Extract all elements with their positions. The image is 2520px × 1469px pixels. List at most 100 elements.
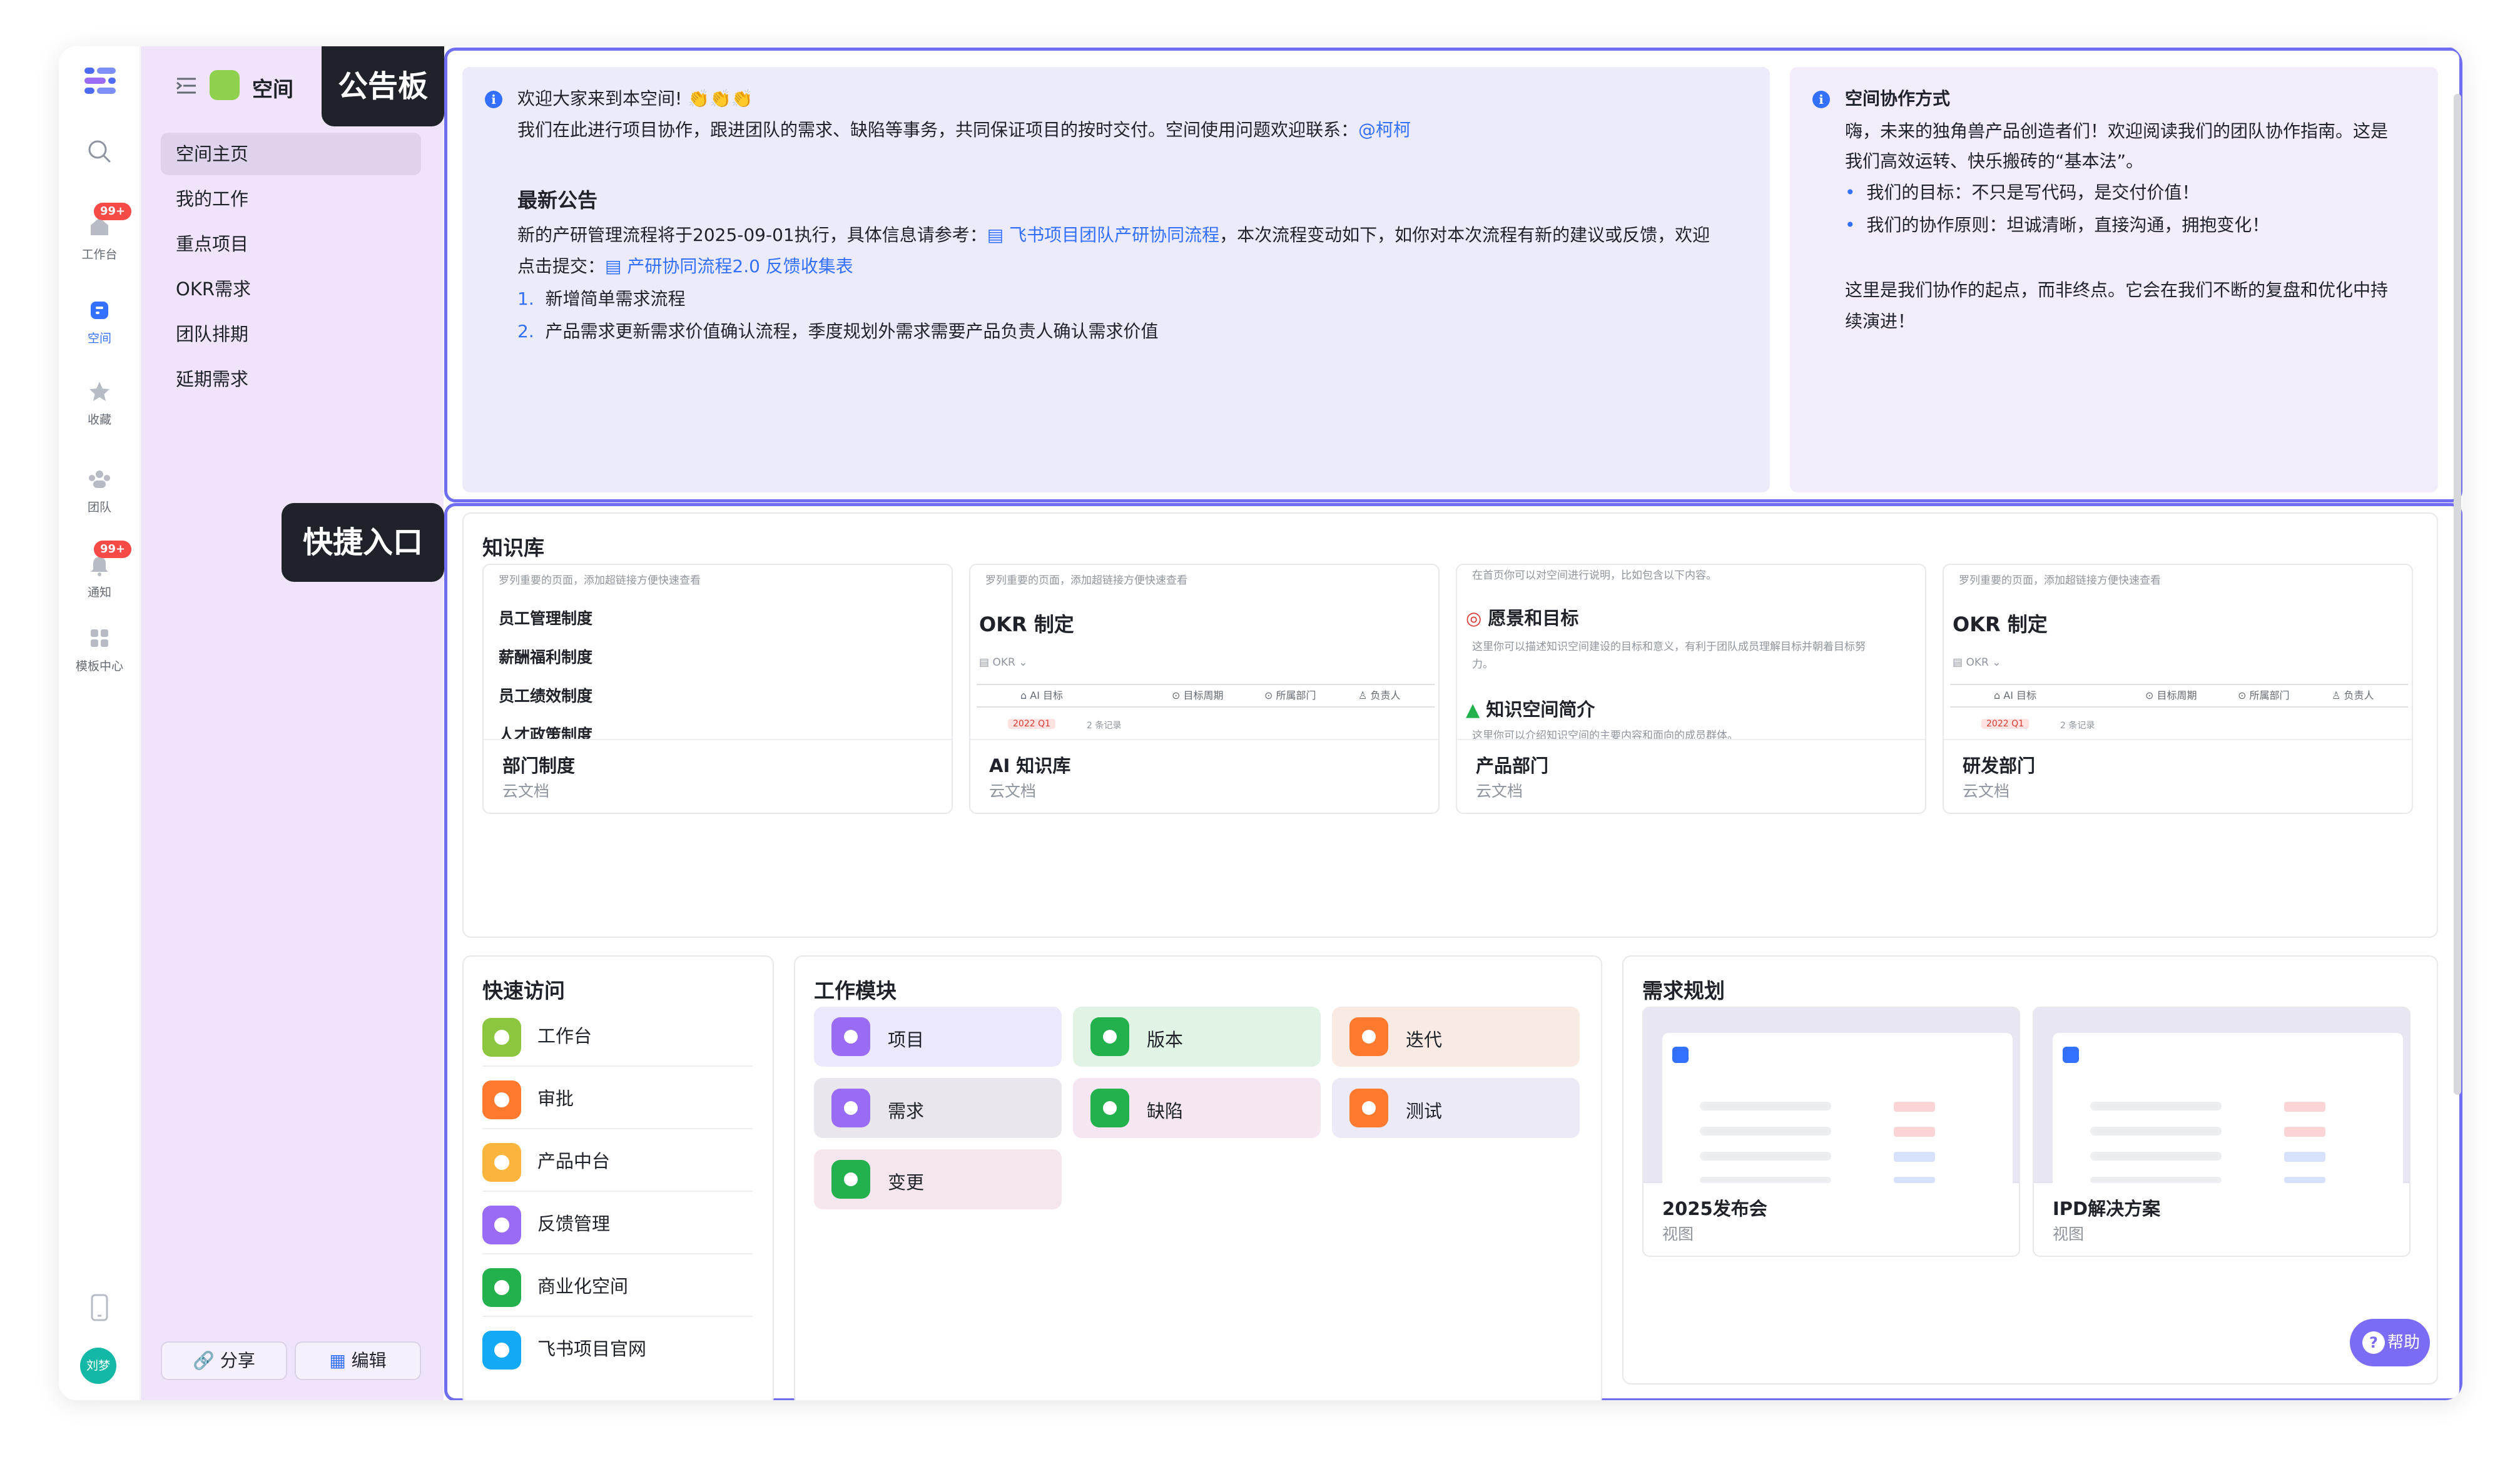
grid-icon: ▦ [329,1350,352,1371]
guide-text: 这里是我们协作的起点，而非终点。它会在我们不断的复盘和优化中持 [1845,280,2389,300]
mountain-icon: ▲ [1466,699,1480,720]
view-preview [1644,1008,2019,1183]
rail-item-space[interactable]: 空间 [59,297,140,346]
module-label: 测试 [1406,1100,1443,1122]
search-button[interactable] [59,138,140,165]
collapse-sidebar-icon[interactable] [176,76,197,95]
form-link[interactable]: ▤ 产研协同流程2.0 反馈收集表 [605,256,853,277]
quick-access-item[interactable]: 反馈管理 [482,1192,753,1254]
doc-icon [831,1017,870,1056]
knowledge-card[interactable]: 罗列重要的页面，添加超链接方便快速查看 OKR 制定 ▤ OKR ⌄ ⌂ AI … [969,564,1440,814]
nav-item-home[interactable]: 空间主页 [161,133,421,175]
module-label: 项目 [888,1029,925,1050]
preview-desc: 这里你可以介绍知识空间的主要内容和面向的成员群体。 [1472,729,1738,740]
target-icon [831,1089,870,1127]
preview-table-header: ⌂ AI 目标 ⊙ 目标周期 ⊙ 所属部门 ♙ 负责人 [1950,684,2408,708]
nav-item-delayed[interactable]: 延期需求 [161,358,421,400]
mobile-icon[interactable] [89,1294,109,1321]
quick-access-label: 飞书项目官网 [537,1338,647,1360]
space-avatar-icon [210,70,240,100]
quick-entry-area: 知识库 罗列重要的页面，添加超链接方便快速查看 员工管理制度 薪酬福利制度 员工… [444,503,2462,1400]
knowledge-card[interactable]: 在首页你可以对空间进行说明，比如包含以下内容。 ◎ 愿景和目标 这里你可以描述知… [1456,564,1926,814]
planning-card[interactable]: 2025发布会 视图 [1642,1007,2020,1257]
rail-item-team[interactable]: 团队 [59,465,140,515]
card-type: 云文档 [502,782,550,800]
quick-access-item[interactable]: 商业化空间 [482,1254,753,1317]
welcome-text: 欢迎大家来到本空间! 👏👏👏 [517,88,753,109]
template-icon [91,629,108,647]
star-icon [89,382,109,401]
card-type: 视图 [2053,1225,2085,1243]
bell-icon [482,1206,521,1244]
quick-access-item[interactable]: 飞书项目官网 [482,1317,753,1380]
bullet-icon: • [1845,182,1867,203]
quick-access-label: 商业化空间 [537,1276,629,1297]
list-number: 2. [517,321,534,342]
doc-link[interactable]: ▤ 飞书项目团队产研协同流程 [987,225,1219,245]
guide-bullet: 我们的协作原则：坦诚清晰，直接沟通，拥抱变化！ [1866,215,2270,235]
card-type: 视图 [1662,1225,1694,1243]
sparkle-icon [482,1331,521,1370]
rail-item-favorites[interactable]: 收藏 [59,378,140,427]
knowledge-card[interactable]: 罗列重要的页面，添加超链接方便快速查看 OKR 制定 ▤ OKR ⌄ ⌂ AI … [1943,564,2413,814]
module-change[interactable]: 变更 [814,1149,1062,1209]
card-name: 部门制度 [502,755,576,776]
rail-label: 通知 [87,586,111,599]
module-label: 版本 [1147,1029,1184,1050]
rail-item-workbench[interactable]: 99+ 工作台 [59,203,140,262]
contact-mention[interactable]: @柯柯 [1358,119,1411,140]
avatar[interactable]: 刘梦 [80,1348,116,1384]
knowledge-card[interactable]: 罗列重要的页面，添加超链接方便快速查看 员工管理制度 薪酬福利制度 员工绩效制度… [482,564,953,814]
module-project[interactable]: 项目 [814,1007,1062,1067]
guide-text: 我们高效运转、快乐搬砖的“基本法”。 [1845,151,2144,171]
rail-label: 工作台 [81,248,118,262]
module-label: 缺陷 [1147,1100,1184,1122]
view-icon [2063,1047,2079,1063]
search-icon [88,140,111,163]
collaboration-guide: i 空间协作方式 嗨，未来的独角兽产品创造者们！欢迎阅读我们的团队协作指南。这是… [1790,67,2438,492]
module-requirement[interactable]: 需求 [814,1078,1062,1138]
app-logo-icon[interactable] [84,68,116,94]
work-modules-title: 工作模块 [814,978,897,1003]
preview-heading: 知识空间简介 [1486,699,1595,720]
quick-access-item[interactable]: 审批 [482,1067,753,1129]
module-test[interactable]: 测试 [1332,1078,1580,1138]
info-icon: i [485,91,502,108]
announcement-heading: 最新公告 [517,188,598,212]
team-icon [89,470,110,488]
card-preview: 罗列重要的页面，添加超链接方便快速查看 OKR 制定 ▤ OKR ⌄ ⌂ AI … [1944,565,2412,740]
guide-text: 续演进！ [1845,311,1916,332]
nav-item-okr[interactable]: OKR需求 [161,268,421,310]
space-name[interactable]: 空间 [252,73,293,103]
chat-icon [482,1268,521,1307]
module-label: 需求 [888,1100,925,1122]
scrollbar[interactable] [2454,94,2461,1095]
quick-access-item[interactable]: 工作台 [482,1004,753,1067]
list-item: 新增简单需求流程 [545,288,686,309]
share-button[interactable]: 🔗 分享 [161,1341,287,1380]
nav-item-key-projects[interactable]: 重点项目 [161,223,421,265]
planning-card[interactable]: IPD解决方案 视图 [2033,1007,2411,1257]
preview-table-header: ⌂ AI 目标 ⊙ 目标周期 ⊙ 所属部门 ♙ 负责人 [977,684,1435,708]
rail-item-templates[interactable]: 模板中心 [59,624,140,674]
module-version[interactable]: 版本 [1073,1007,1321,1067]
target-icon: ◎ [1466,607,1482,629]
card-preview: 罗列重要的页面，添加超链接方便快速查看 OKR 制定 ▤ OKR ⌄ ⌂ AI … [970,565,1438,740]
nav-item-schedule[interactable]: 团队排期 [161,313,421,355]
help-button[interactable]: ? 帮助 [2350,1319,2430,1366]
nav-item-my-work[interactable]: 我的工作 [161,178,421,220]
preview-line: 薪酬福利制度 [499,648,593,666]
module-iteration[interactable]: 迭代 [1332,1007,1580,1067]
question-icon: ? [2362,1331,2385,1354]
card-preview: 罗列重要的页面，添加超链接方便快速查看 员工管理制度 薪酬福利制度 员工绩效制度… [484,565,952,740]
rail-item-notifications[interactable]: 99+ 通知 [59,541,140,600]
preview-hint: 罗列重要的页面，添加超链接方便快速查看 [1959,574,2161,587]
preview-hint: 罗列重要的页面，添加超链接方便快速查看 [985,574,1187,587]
notice-text-3: 点击提交： [517,256,606,277]
edit-button[interactable]: ▦ 编辑 [295,1341,421,1380]
list-item: 产品需求更新需求价值确认流程，季度规划外需求需要产品负责人确认需求价值 [545,321,1159,342]
card-preview: 在首页你可以对空间进行说明，比如包含以下内容。 ◎ 愿景和目标 这里你可以描述知… [1457,565,1925,740]
module-defect[interactable]: 缺陷 [1073,1078,1321,1138]
quick-access-item[interactable]: 产品中台 [482,1129,753,1192]
quick-access-label: 反馈管理 [537,1213,611,1234]
